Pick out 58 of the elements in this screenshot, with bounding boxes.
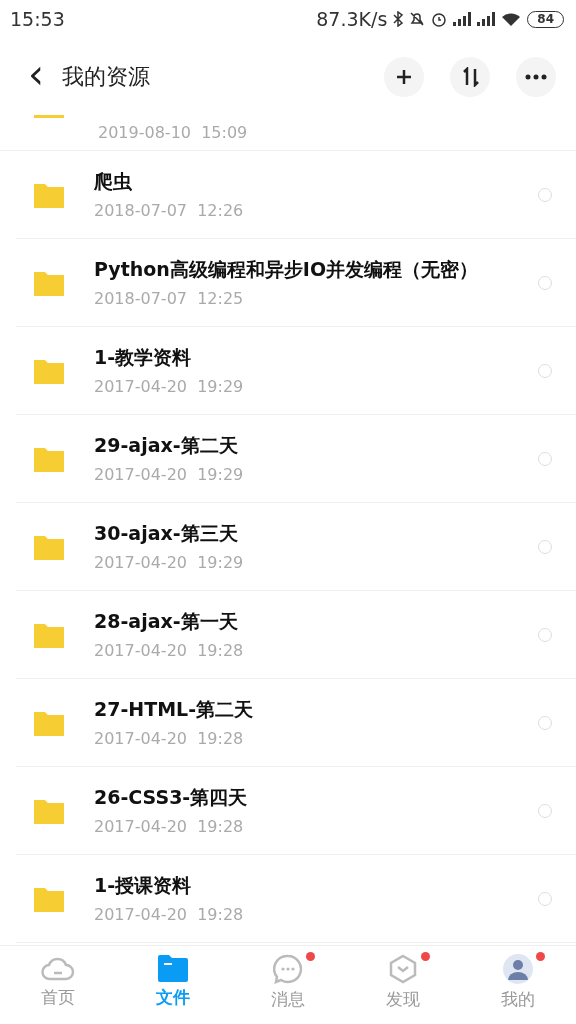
folder-row[interactable]: 1-授课资料 2017-04-20 19:28	[16, 855, 576, 943]
bluetooth-icon	[393, 11, 404, 27]
folder-row[interactable]: 29-ajax-第二天 2017-04-20 19:29	[16, 415, 576, 503]
folder-row[interactable]: Python高级编程和异步IO并发编程（无密） 2018-07-07 12:25	[16, 239, 576, 327]
folder-icon	[34, 269, 64, 296]
folder-name: 27-HTML-第二天	[94, 697, 255, 722]
folder-icon	[34, 533, 64, 560]
folder-name: 30-ajax-第三天	[94, 521, 239, 546]
sort-button[interactable]	[450, 56, 490, 97]
folder-name: Python高级编程和异步IO并发编程（无密）	[94, 257, 480, 282]
folder-icon	[34, 621, 64, 648]
item-date: 2018-07-07 12:26	[94, 201, 245, 220]
folder-name: 29-ajax-第二天	[94, 433, 239, 458]
muted-bell-icon	[409, 11, 426, 27]
hexagon-icon	[389, 954, 418, 984]
folder-name: 1-授课资料	[94, 873, 193, 898]
signal-icon	[453, 12, 472, 26]
more-button[interactable]	[516, 56, 556, 97]
folder-row[interactable]: 爬虫 2018-07-07 12:26	[16, 151, 576, 239]
folder-name: 28-ajax-第一天	[94, 609, 239, 634]
folder-icon	[34, 181, 64, 208]
item-date: 2019-08-10 15:09	[98, 123, 248, 142]
item-date: 2017-04-20 19:28	[94, 817, 245, 836]
item-date: 2017-04-20 19:28	[94, 905, 245, 924]
folder-row[interactable]: 26-CSS3-第四天 2017-04-20 19:28	[16, 767, 576, 855]
item-date: 2018-07-07 12:25	[94, 289, 245, 308]
network-speed: 87.3K/s	[316, 8, 388, 30]
folder-icon	[157, 954, 188, 982]
folder-icon	[34, 709, 64, 736]
folder-icon	[34, 115, 64, 118]
item-date: 2017-04-20 19:28	[94, 641, 245, 660]
item-date: 2017-04-20 19:29	[94, 377, 245, 396]
folder-icon	[34, 885, 64, 912]
more-icon	[525, 73, 547, 80]
sort-icon	[461, 66, 479, 87]
back-button[interactable]: ‹	[24, 53, 48, 100]
wifi-icon	[501, 11, 522, 27]
folder-icon	[34, 357, 64, 384]
alarm-icon	[431, 11, 448, 27]
folder-row[interactable]: 30-ajax-第三天 2017-04-20 19:29	[16, 503, 576, 591]
folder-row[interactable]: 28-ajax-第一天 2017-04-20 19:28	[16, 591, 576, 679]
folder-name: 1-教学资料	[94, 345, 193, 370]
folder-name: 26-CSS3-第四天	[94, 785, 249, 810]
item-date: 2017-04-20 19:29	[94, 553, 245, 572]
folder-row[interactable]: 27-HTML-第二天 2017-04-20 19:28	[16, 679, 576, 767]
folder-row[interactable]: 1-教学资料 2017-04-20 19:29	[16, 327, 576, 415]
item-date: 2017-04-20 19:28	[94, 729, 245, 748]
avatar-icon	[503, 954, 534, 984]
status-time: 15:53	[10, 8, 65, 30]
signal-icon	[477, 12, 496, 26]
folder-icon	[34, 445, 64, 472]
folder-name: 爬虫	[94, 169, 133, 194]
chat-icon	[273, 954, 303, 984]
folder-icon	[34, 797, 64, 824]
add-button[interactable]	[384, 56, 424, 97]
item-date: 2017-04-20 19:29	[94, 465, 245, 484]
page-title: 我的资源	[62, 62, 151, 91]
plus-icon	[395, 67, 413, 86]
